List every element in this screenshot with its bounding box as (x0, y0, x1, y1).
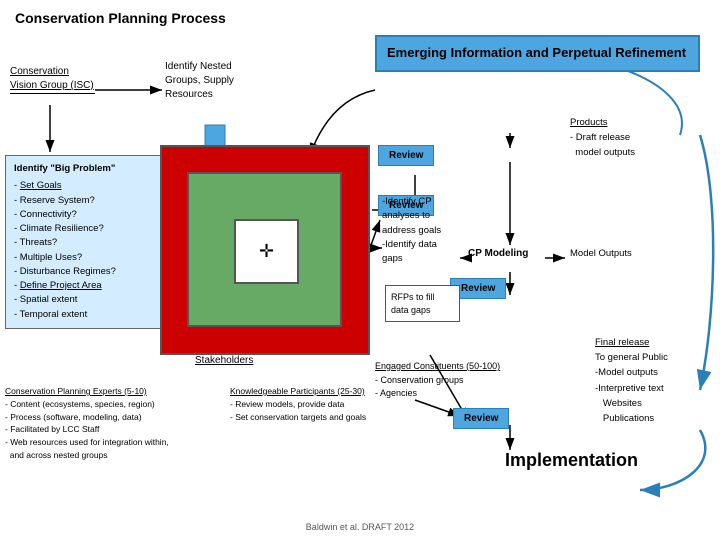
outer-square: ✛ (160, 145, 370, 355)
big-problem-item-5: - Threats? (14, 236, 156, 250)
engaged-item-1: - Conservation groups (375, 374, 500, 388)
knowledgeable-item-1: - Review models, provide data (230, 398, 390, 411)
big-problem-item-2: - Reserve System? (14, 194, 156, 208)
engaged-title: Engaged Constituents (50-100) (375, 360, 500, 374)
page-title: Conservation Planning Process (15, 10, 226, 26)
big-problem-item-9: - Spatial extent (14, 293, 156, 307)
final-release-subtitle: To general Public (595, 350, 668, 365)
footer-text: Baldwin et al. DRAFT 2012 (306, 522, 414, 532)
experts-area: Conservation Planning Experts (5-10) - C… (5, 385, 225, 462)
experts-item-2: - Process (software, modeling, data) (5, 411, 225, 424)
experts-item-3: - Facilitated by LCC Staff (5, 423, 225, 436)
emerging-box: Emerging Information and Perpetual Refin… (375, 35, 700, 72)
middle-square: ✛ (187, 172, 342, 327)
knowledgeable-area: Knowledgeable Participants (25-30) - Rev… (230, 385, 390, 423)
cp-analyses-text: -Identify CP analyses to address goals-I… (382, 195, 457, 266)
big-problem-item-4: - Climate Resilience? (14, 222, 156, 236)
experts-item-4: - Web resources used for integration wit… (5, 436, 225, 462)
final-release-area: Final release To general Public -Model o… (595, 335, 668, 426)
products-title: Products (570, 115, 635, 130)
experts-item-1: - Content (ecosystems, species, region) (5, 398, 225, 411)
cvg-box: Conservation Vision Group (ISC) (10, 65, 95, 94)
implementation-text: Implementation (505, 450, 638, 471)
inner-square: ✛ (234, 219, 299, 284)
diagram-area: ✛ (160, 145, 370, 355)
products-item-1: - Draft release model outputs (570, 130, 635, 160)
nested-groups-text: Identify Nested Groups, Supply Resources (165, 60, 255, 102)
big-problem-item-6: - Multiple Uses? (14, 251, 156, 265)
big-problem-item-1: - Set Goals (14, 179, 156, 193)
big-problem-item-3: - Connectivity? (14, 208, 156, 222)
knowledgeable-item-2: - Set conservation targets and goals (230, 411, 390, 424)
final-release-item-1: -Model outputs (595, 365, 668, 380)
big-problem-title: Identify "Big Problem" (14, 162, 156, 176)
big-problem-item-8: - Define Project Area (14, 279, 156, 293)
rfps-box: RFPs to fill data gaps (385, 285, 460, 322)
big-problem-box: Identify "Big Problem" - Set Goals - Res… (5, 155, 165, 329)
final-release-item-3: Websites (595, 396, 668, 411)
stakeholders-label: Stakeholders (195, 355, 253, 366)
final-release-item-2: -Interpretive text (595, 381, 668, 396)
knowledgeable-title: Knowledgeable Participants (25-30) (230, 385, 390, 398)
experts-title: Conservation Planning Experts (5-10) (5, 385, 225, 398)
review-button-4[interactable]: Review (453, 408, 509, 429)
engaged-item-2: - Agencies (375, 387, 500, 401)
final-release-title: Final release (595, 335, 668, 350)
cp-modeling-label: CP Modeling (468, 248, 528, 259)
final-release-item-4: Publications (595, 411, 668, 426)
big-problem-item-10: - Temporal extent (14, 308, 156, 322)
big-problem-item-7: - Disturbance Regimes? (14, 265, 156, 279)
model-outputs-label: Model Outputs (570, 248, 632, 259)
engaged-area: Engaged Constituents (50-100) - Conserva… (375, 360, 500, 401)
review-button-1[interactable]: Review (378, 145, 434, 166)
products-area: Products - Draft release model outputs (570, 115, 635, 161)
